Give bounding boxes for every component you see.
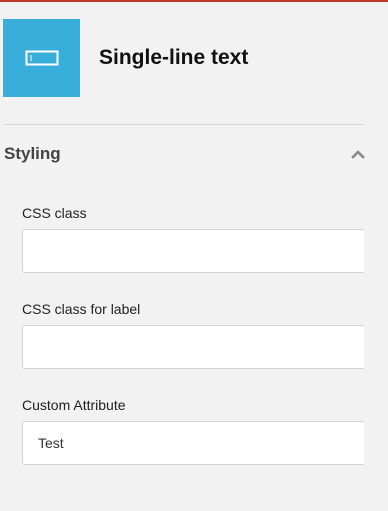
- field-type-title: Single-line text: [99, 46, 249, 69]
- css-class-input[interactable]: [22, 229, 364, 273]
- top-accent-bar: [0, 0, 388, 2]
- divider: [4, 124, 364, 125]
- chevron-up-icon[interactable]: [350, 146, 366, 162]
- field-header: Single-line text: [3, 19, 383, 97]
- custom-attribute-input[interactable]: [22, 421, 364, 465]
- styling-section-toggle[interactable]: Styling: [4, 136, 366, 172]
- section-title: Styling: [4, 144, 61, 163]
- css-class-label: CSS class: [22, 205, 87, 221]
- custom-attribute-label: Custom Attribute: [22, 397, 126, 413]
- css-class-for-label-label: CSS class for label: [22, 301, 141, 317]
- css-class-for-label-input[interactable]: [22, 325, 364, 369]
- single-line-text-icon: [3, 19, 80, 97]
